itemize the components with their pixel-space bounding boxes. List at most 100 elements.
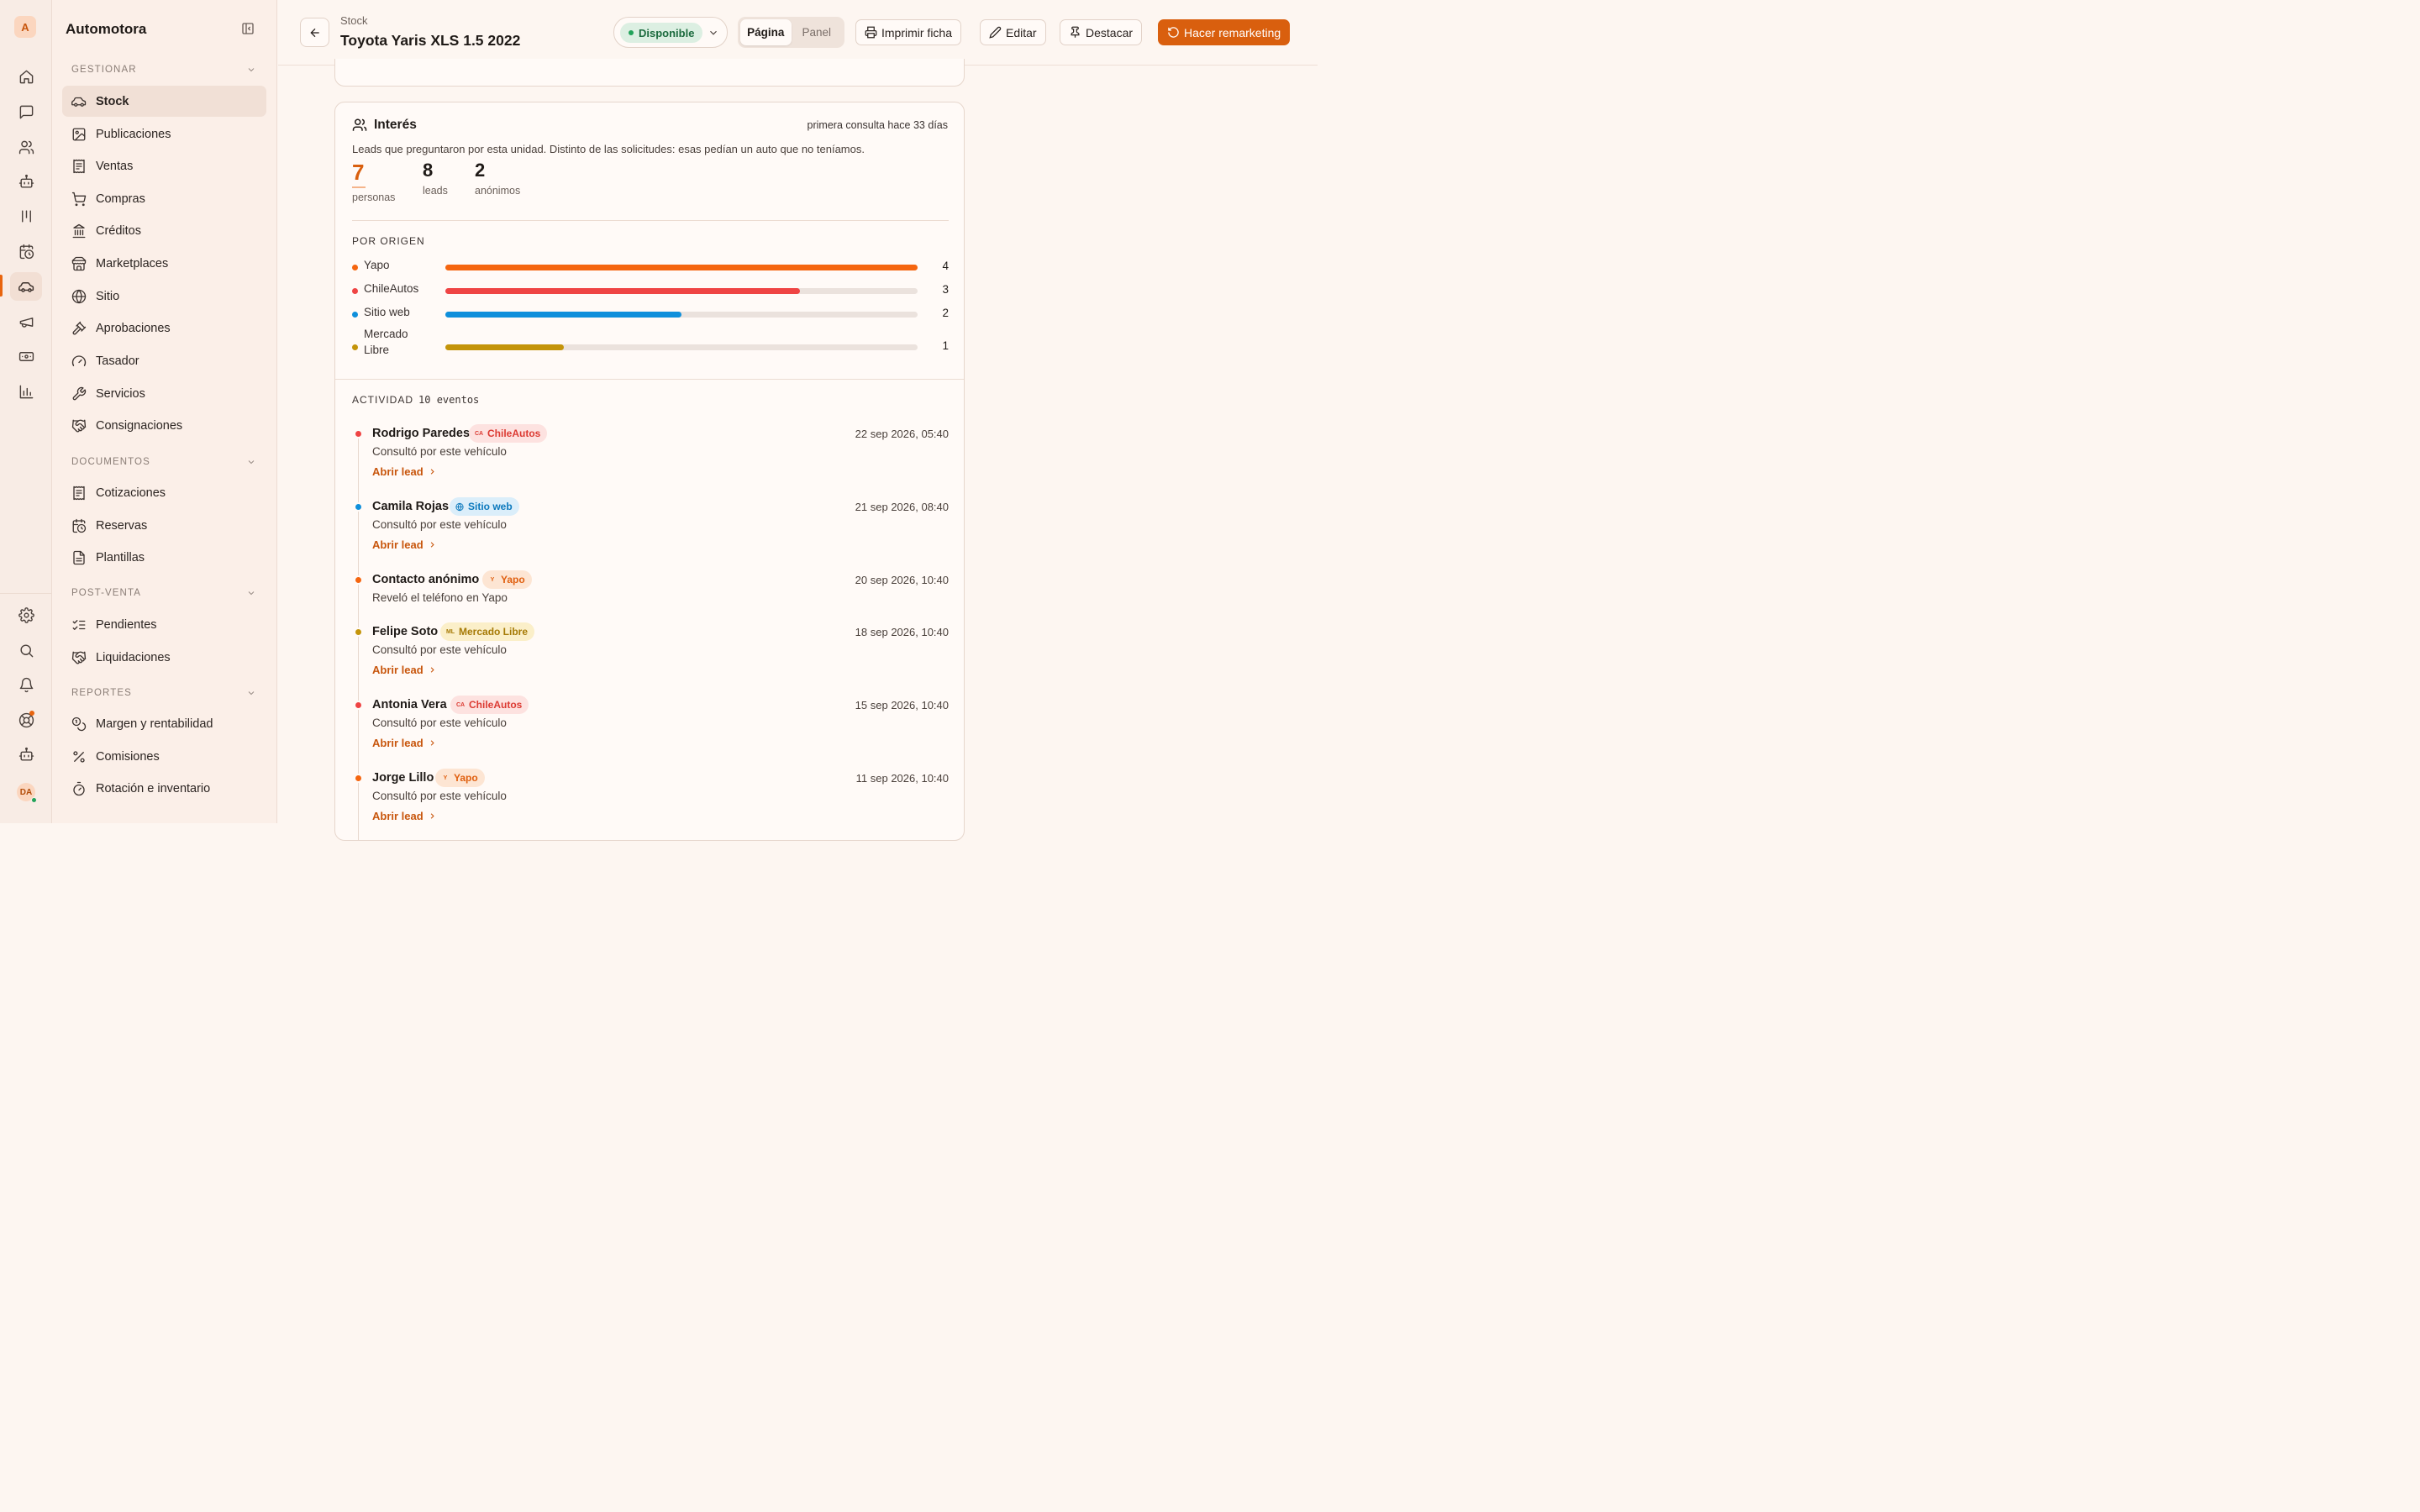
- globe-icon: [71, 289, 87, 304]
- app-logo[interactable]: A: [14, 16, 36, 38]
- view-option-panel[interactable]: Panel: [792, 19, 843, 45]
- sidebar-item-rotacion-e-inventario[interactable]: Rotación e inventario: [62, 773, 266, 804]
- online-status-dot: [31, 797, 37, 803]
- globe-icon: [455, 502, 464, 511]
- rail-car-icon[interactable]: [10, 272, 42, 301]
- activity-count: 10 eventos: [418, 394, 480, 406]
- rail-kanban-icon[interactable]: [10, 202, 42, 230]
- edit-button[interactable]: Editar: [980, 19, 1046, 45]
- percent-icon: [71, 749, 87, 764]
- sidebar-item-ventas[interactable]: Ventas: [62, 150, 266, 181]
- source-logo-icon: Y: [490, 576, 495, 583]
- sidebar-item-reservas[interactable]: Reservas: [62, 510, 266, 541]
- open-lead-link[interactable]: Abrir lead: [372, 737, 437, 749]
- calendar-clock-icon: [19, 244, 34, 259]
- sidebar-item-comisiones[interactable]: Comisiones: [62, 741, 266, 772]
- list-checks-icon: [71, 617, 87, 633]
- sidebar-item-servicios[interactable]: Servicios: [62, 378, 266, 409]
- sidebar-item-creditos[interactable]: Créditos: [62, 215, 266, 246]
- rail-lifebuoy-icon[interactable]: [10, 706, 42, 734]
- receipt-icon: [71, 159, 87, 174]
- rail-bot-icon[interactable]: [10, 167, 42, 196]
- sidebar-item-stock[interactable]: Stock: [62, 86, 266, 117]
- collapse-sidebar-icon[interactable]: [241, 22, 255, 35]
- event-description: Reveló el teléfono en Yapo: [372, 591, 508, 604]
- event-source-dot: [354, 627, 363, 637]
- rail-gear-icon[interactable]: [10, 601, 42, 629]
- rail-cash-icon[interactable]: [10, 342, 42, 370]
- source-badge: CA ChileAutos: [450, 696, 529, 714]
- remarketing-button[interactable]: Hacer remarketing: [1158, 19, 1291, 45]
- event-date: 15 sep 2026, 10:40: [855, 699, 949, 711]
- open-lead-link[interactable]: Abrir lead: [372, 810, 437, 822]
- source-logo-icon: CA: [474, 430, 484, 437]
- origin-bar-fill: [445, 288, 800, 294]
- bot-icon: [18, 174, 34, 188]
- sidebar-item-margen-y-rentabilidad[interactable]: Margen y rentabilidad: [62, 708, 266, 739]
- status-dropdown[interactable]: Disponible: [613, 17, 728, 48]
- rail-bell-icon[interactable]: [10, 670, 42, 699]
- sidebar-item-label: Liquidaciones: [96, 650, 171, 664]
- cash-icon: [18, 351, 34, 361]
- open-lead-link[interactable]: Abrir lead: [372, 664, 437, 676]
- event-source-dot: [354, 575, 363, 585]
- origin-bar-fill: [445, 312, 681, 318]
- sidebar-item-label: Créditos: [96, 223, 141, 238]
- active-rail-marker: [0, 275, 3, 297]
- megaphone-icon: [19, 317, 33, 328]
- rail-chat-icon[interactable]: [10, 97, 42, 126]
- sidebar-item-sitio[interactable]: Sitio: [62, 281, 266, 312]
- open-lead-link[interactable]: Abrir lead: [372, 538, 437, 551]
- rail-megaphone-icon[interactable]: [10, 307, 42, 336]
- event-contact-name[interactable]: Rodrigo Paredes: [372, 427, 470, 440]
- feature-button[interactable]: Destacar: [1060, 19, 1143, 45]
- rail-users-icon[interactable]: [10, 133, 42, 161]
- sidebar-item-plantillas[interactable]: Plantillas: [62, 542, 266, 573]
- event-contact-name[interactable]: Felipe Soto: [372, 625, 438, 638]
- rail-bot-icon[interactable]: [10, 740, 42, 769]
- rail-bar-chart-icon[interactable]: [10, 377, 42, 406]
- chevron-right-icon: [430, 469, 434, 475]
- sidebar-item-consignaciones[interactable]: Consignaciones: [62, 410, 266, 441]
- sidebar-item-cotizaciones[interactable]: Cotizaciones: [62, 477, 266, 508]
- gauge-icon: [71, 354, 87, 369]
- sidebar-item-label: Stock: [96, 94, 129, 108]
- section-header-post-venta[interactable]: POST-VENTA: [71, 588, 256, 598]
- section-header-gestionar[interactable]: GESTIONAR: [71, 65, 256, 75]
- view-option-pagina[interactable]: Página: [740, 19, 792, 45]
- bot-icon: [18, 747, 34, 761]
- rail-divider: [0, 593, 52, 594]
- rail-calendar-clock-icon[interactable]: [10, 237, 42, 265]
- source-badge: Y Yapo: [482, 570, 532, 589]
- event-source-dot: [354, 701, 363, 710]
- sidebar-item-liquidaciones[interactable]: Liquidaciones: [62, 642, 266, 673]
- sidebar-item-compras[interactable]: Compras: [62, 183, 266, 214]
- event-contact-name[interactable]: Jorge Lillo: [372, 771, 434, 785]
- rail-home-icon[interactable]: [10, 62, 42, 91]
- print-button[interactable]: Imprimir ficha: [855, 19, 962, 45]
- event-description: Consultó por este vehículo: [372, 445, 507, 458]
- sidebar-item-pendientes[interactable]: Pendientes: [62, 609, 266, 640]
- open-lead-link[interactable]: Abrir lead: [372, 465, 437, 478]
- rail-search-icon[interactable]: [10, 636, 42, 664]
- kanban-icon: [21, 209, 31, 223]
- section-header-reportes[interactable]: REPORTES: [71, 688, 256, 698]
- sidebar-item-tasador[interactable]: Tasador: [62, 345, 266, 376]
- sidebar-item-publicaciones[interactable]: Publicaciones: [62, 118, 266, 150]
- breadcrumb[interactable]: Stock: [340, 14, 368, 27]
- origin-bar-track: [445, 265, 918, 270]
- chevron-down-icon: [246, 688, 256, 698]
- event-contact-name[interactable]: Contacto anónimo: [372, 573, 479, 586]
- sidebar-item-aprobaciones[interactable]: Aprobaciones: [62, 312, 266, 344]
- event-description: Consultó por este vehículo: [372, 643, 507, 656]
- sidebar-item-marketplaces[interactable]: Marketplaces: [62, 248, 266, 279]
- event-contact-name[interactable]: Camila Rojas: [372, 500, 449, 513]
- section-header-documentos[interactable]: DOCUMENTOS: [71, 457, 256, 467]
- car-icon: [71, 94, 87, 109]
- event-source-dot: [354, 774, 363, 783]
- sidebar-item-label: Publicaciones: [96, 127, 171, 141]
- back-button[interactable]: [300, 18, 329, 47]
- gear-icon: [18, 606, 34, 623]
- origin-bar-track: [445, 344, 918, 350]
- event-contact-name[interactable]: Antonia Vera: [372, 698, 447, 711]
